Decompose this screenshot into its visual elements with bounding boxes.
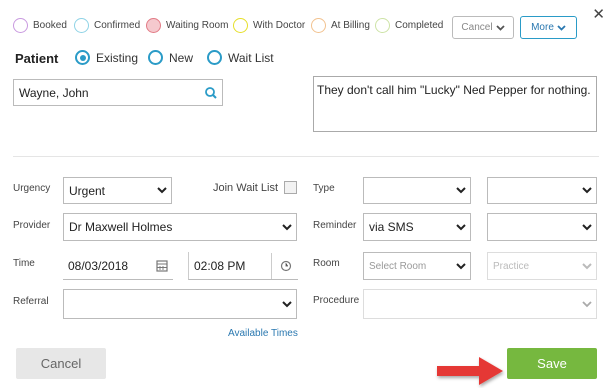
- urgency-value: Urgent: [69, 183, 106, 198]
- provider-value: Dr Maxwell Holmes: [69, 220, 173, 234]
- provider-select[interactable]: Dr Maxwell Holmes: [63, 213, 297, 241]
- status-completed-icon: [375, 18, 390, 33]
- time-value: 02:08 PM: [194, 258, 246, 273]
- status-with-doctor[interactable]: With Doctor: [233, 18, 305, 33]
- status-waiting-room[interactable]: Waiting Room: [146, 18, 228, 33]
- urgency-select[interactable]: Urgent: [63, 177, 172, 204]
- reminder-option-select[interactable]: [487, 213, 597, 241]
- status-waiting-room-icon: [146, 18, 161, 33]
- join-wait-list-label: Join Wait List: [213, 182, 279, 194]
- status-completed-label: Completed: [395, 20, 444, 31]
- radio-wait-list[interactable]: Wait List: [207, 50, 274, 65]
- room-placeholder: Select Room: [369, 260, 427, 272]
- subtype-select[interactable]: [487, 177, 597, 204]
- status-completed[interactable]: Completed: [375, 18, 443, 33]
- radio-unchecked-icon: [207, 50, 222, 65]
- type-select[interactable]: [363, 177, 471, 204]
- status-waiting-room-label: Waiting Room: [166, 20, 229, 31]
- status-confirmed-label: Confirmed: [94, 20, 141, 31]
- status-at-billing[interactable]: At Billing: [311, 18, 370, 33]
- chevron-down-icon: [578, 262, 596, 270]
- radio-checked-icon: [75, 50, 90, 65]
- reminder-value: via SMS: [369, 220, 414, 234]
- chevron-down-icon: [452, 262, 470, 270]
- patient-heading: Patient: [15, 51, 59, 66]
- patient-search-value: Wayne, John: [19, 85, 89, 100]
- separator: [271, 252, 272, 279]
- radio-new-label: New: [169, 50, 194, 65]
- more-label: More: [531, 22, 554, 33]
- clock-icon[interactable]: [280, 260, 298, 272]
- cancel-button[interactable]: Cancel: [16, 348, 106, 379]
- status-at-billing-label: At Billing: [331, 20, 370, 31]
- available-times-link[interactable]: Available Times: [228, 328, 298, 339]
- status-booked-icon: [13, 18, 28, 33]
- chevron-down-icon: [495, 24, 505, 31]
- chevron-down-icon: [578, 223, 596, 231]
- chevron-down-icon: [578, 187, 596, 194]
- join-wait-list-checkbox[interactable]: [284, 181, 297, 194]
- radio-existing-label: Existing: [96, 50, 139, 65]
- chevron-down-icon: [557, 24, 566, 31]
- status-cancel-label: Cancel: [461, 22, 493, 33]
- status-booked-label: Booked: [33, 20, 67, 31]
- room-label: Room: [313, 258, 340, 269]
- chevron-down-icon: [278, 300, 296, 308]
- status-confirmed[interactable]: Confirmed: [74, 18, 140, 33]
- status-confirmed-icon: [74, 18, 89, 33]
- radio-unchecked-icon: [148, 50, 163, 65]
- reminder-select[interactable]: via SMS: [363, 213, 471, 241]
- referral-select[interactable]: [63, 289, 297, 319]
- calendar-icon[interactable]: [153, 259, 173, 272]
- divider: [13, 156, 599, 157]
- save-button[interactable]: Save: [507, 348, 597, 379]
- status-cancel-dropdown[interactable]: Cancel: [452, 16, 514, 39]
- time-label: Time: [13, 258, 35, 269]
- chevron-down-icon: [578, 300, 596, 308]
- provider-label: Provider: [13, 220, 51, 231]
- patient-search-input[interactable]: Wayne, John: [13, 79, 223, 106]
- more-dropdown[interactable]: More: [520, 16, 577, 39]
- chevron-down-icon: [452, 187, 470, 194]
- status-with-doctor-icon: [233, 18, 248, 33]
- reminder-label: Reminder: [313, 220, 357, 231]
- chevron-down-icon: [153, 187, 171, 194]
- procedure-label: Procedure: [313, 295, 360, 306]
- referral-label: Referral: [13, 296, 49, 307]
- chevron-down-icon: [278, 223, 296, 231]
- date-input[interactable]: 08/03/2018: [63, 252, 173, 280]
- type-label: Type: [313, 183, 335, 194]
- room-select[interactable]: Select Room: [363, 252, 471, 280]
- date-value: 08/03/2018: [68, 258, 129, 273]
- status-booked[interactable]: Booked: [13, 18, 67, 33]
- time-input[interactable]: 02:08 PM: [188, 252, 298, 280]
- radio-existing[interactable]: Existing: [75, 50, 138, 65]
- practice-select: Practice: [487, 252, 597, 280]
- search-icon[interactable]: [200, 86, 222, 100]
- practice-placeholder: Practice: [493, 260, 530, 272]
- appointment-note[interactable]: They don't call him "Lucky" Ned Pepper f…: [313, 76, 597, 132]
- status-at-billing-icon: [311, 18, 326, 33]
- radio-new[interactable]: New: [148, 50, 193, 65]
- pointer-arrow-icon: [437, 357, 503, 385]
- urgency-label: Urgency: [13, 183, 51, 194]
- radio-wait-list-label: Wait List: [228, 50, 274, 65]
- chevron-down-icon: [452, 223, 470, 231]
- status-with-doctor-label: With Doctor: [253, 20, 306, 31]
- close-icon[interactable]: ✕: [592, 5, 605, 23]
- procedure-select[interactable]: [363, 289, 597, 319]
